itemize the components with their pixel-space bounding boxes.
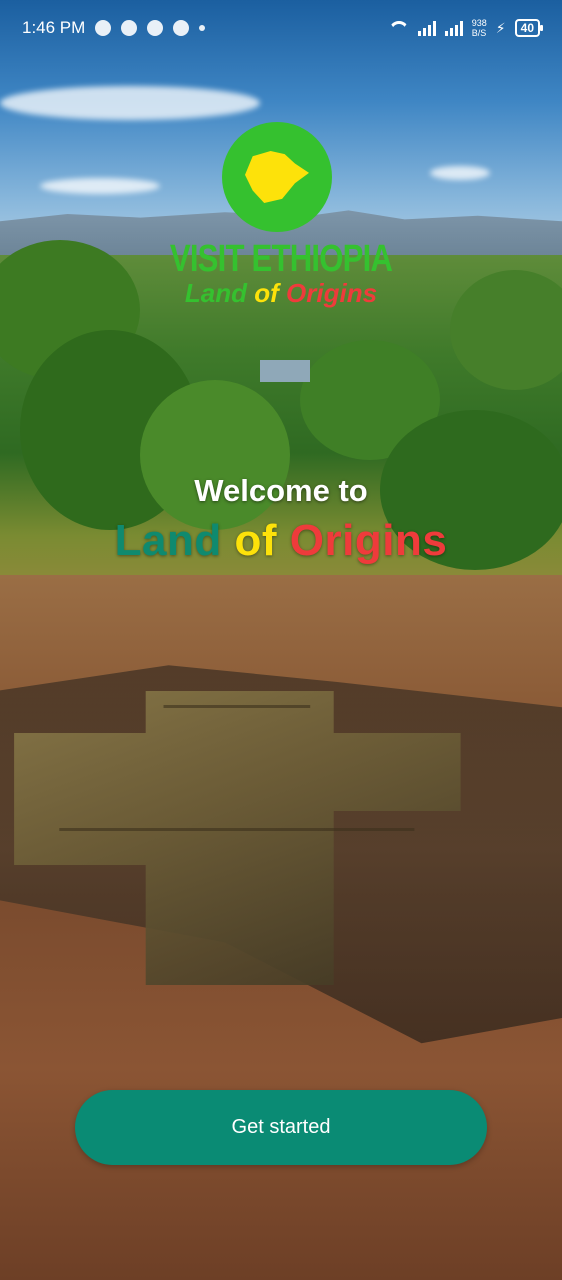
ethiopia-logo-circle [222, 122, 332, 232]
cloud [40, 178, 160, 194]
logo-title: VISIT ETHIOPIA [169, 238, 393, 280]
bug-icon [147, 20, 164, 36]
house [260, 360, 310, 382]
tagline-origins: Origins [289, 516, 448, 565]
status-left: 1:46 PM [22, 18, 206, 38]
network-speed: 938 B/S [472, 18, 487, 38]
tagline-land: Land [114, 516, 222, 565]
wifi-icon [389, 21, 409, 35]
messenger-icon [121, 20, 138, 36]
charging-icon: ⚡ [495, 19, 506, 36]
ethiopia-map-icon [245, 151, 309, 203]
logo-subtitle-origins: Origins [286, 278, 378, 308]
get-started-button[interactable]: Get started [75, 1090, 487, 1165]
welcome-tagline: Land of Origins [0, 516, 562, 566]
network-speed-value: 938 [471, 18, 487, 28]
signal-icon [444, 20, 463, 36]
battery-icon: 40 [514, 19, 544, 37]
cloud [430, 166, 490, 180]
signal-icon [417, 20, 436, 36]
status-bar: 1:46 PM 938 B/S ⚡ 40 [0, 0, 562, 56]
tagline-of: of [234, 516, 278, 565]
logo-subtitle: Land of Origins [0, 278, 562, 309]
dot-icon [199, 25, 206, 31]
cloud [0, 86, 260, 120]
timer-icon [173, 20, 190, 36]
status-time: 1:46 PM [22, 18, 86, 37]
logo-subtitle-land: Land [184, 278, 248, 308]
welcome-heading: Welcome to [194, 473, 368, 508]
snapchat-icon [95, 20, 112, 36]
logo-subtitle-of: of [254, 278, 279, 308]
status-right: 938 B/S ⚡ 40 [389, 18, 544, 38]
network-speed-unit: B/S [471, 28, 487, 38]
